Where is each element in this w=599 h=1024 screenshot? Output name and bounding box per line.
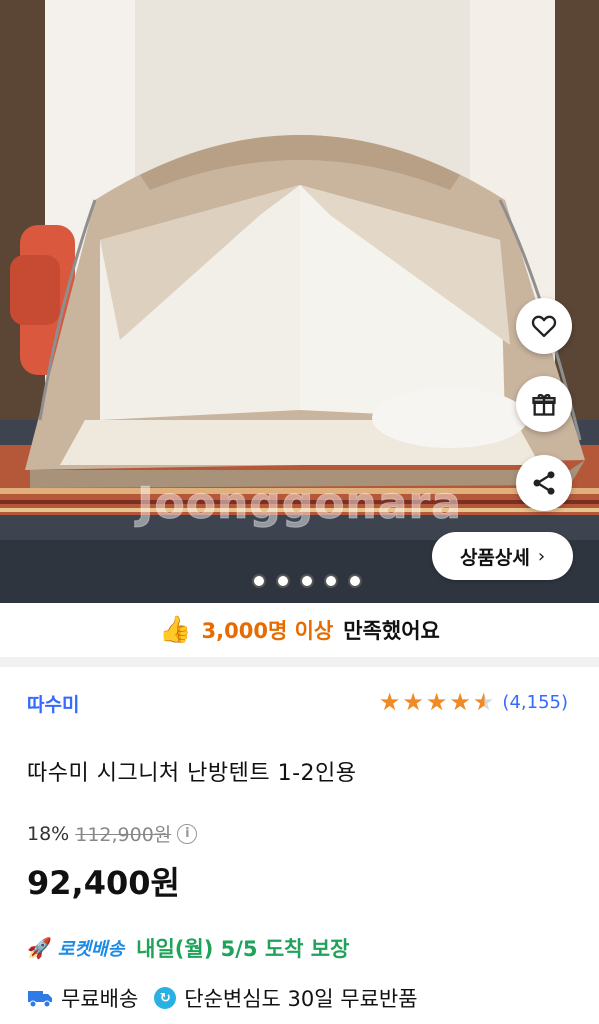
wishlist-button[interactable] <box>516 298 572 354</box>
satisfaction-banner: 👍 3,000명 이상 만족했어요 <box>0 603 599 657</box>
original-price: 112,900원 <box>75 824 172 846</box>
gift-button[interactable] <box>516 376 572 432</box>
price-original-row: 18% 112,900원 i <box>27 820 198 847</box>
share-icon <box>533 471 555 495</box>
satisfaction-count: 3,000명 이상 <box>201 619 334 643</box>
heart-outline-icon <box>531 315 557 338</box>
info-icon[interactable]: i <box>177 823 198 844</box>
shipping-return-row: 무료배송 ↻ 단순변심도 30일 무료반품 <box>27 983 418 1013</box>
satisfaction-text: 만족했어요 <box>343 619 440 643</box>
free-shipping-text: 무료배송 <box>61 987 139 1011</box>
carousel-dot[interactable] <box>276 574 290 588</box>
star-full-icon: ★ <box>449 688 471 716</box>
carousel-indicator <box>252 574 362 588</box>
rocket-delivery-row: 🚀 로켓배송 내일(월) 5/5 도착 보장 <box>27 933 349 963</box>
product-image-carousel[interactable]: Joonggonara 상품상세 › <box>0 0 599 603</box>
gift-icon <box>532 393 556 416</box>
star-full-icon: ★ <box>378 688 401 716</box>
rocket-icon: 🚀 <box>27 936 52 960</box>
product-detail-label: 상품상세 <box>459 546 530 569</box>
arrival-guarantee: 내일(월) 5/5 도착 보장 <box>136 937 350 961</box>
star-full-icon: ★ <box>402 688 424 716</box>
brand-link[interactable]: 따수미 <box>27 690 79 717</box>
discount-rate: 18% <box>27 822 70 845</box>
product-title: 따수미 시그니처 난방텐트 1-2인용 <box>27 761 357 786</box>
chevron-right-icon: › <box>537 545 546 567</box>
carousel-dot[interactable] <box>348 574 362 588</box>
star-half-icon: ★ <box>472 688 495 716</box>
carousel-dot[interactable] <box>300 574 314 588</box>
share-button[interactable] <box>516 455 572 511</box>
return-icon: ↻ <box>154 987 177 1009</box>
return-policy-text: 단순변심도 30일 무료반품 <box>184 987 418 1011</box>
product-detail-button[interactable]: 상품상세 › <box>432 532 573 580</box>
sale-price: 92,400원 <box>27 864 180 902</box>
carousel-dot[interactable] <box>324 574 338 588</box>
review-count[interactable]: (4,155) <box>502 692 568 713</box>
watermark-text: Joonggonara <box>137 478 462 530</box>
rocket-delivery-label: 로켓배송 <box>57 939 125 960</box>
thumbs-up-icon: 👍 <box>159 615 192 645</box>
rating-summary[interactable]: ★ ★ ★ ★ ★ (4,155) <box>379 690 568 714</box>
section-divider <box>0 657 599 667</box>
star-full-icon: ★ <box>425 688 448 716</box>
truck-icon <box>28 991 52 1008</box>
carousel-dot[interactable] <box>252 574 266 588</box>
